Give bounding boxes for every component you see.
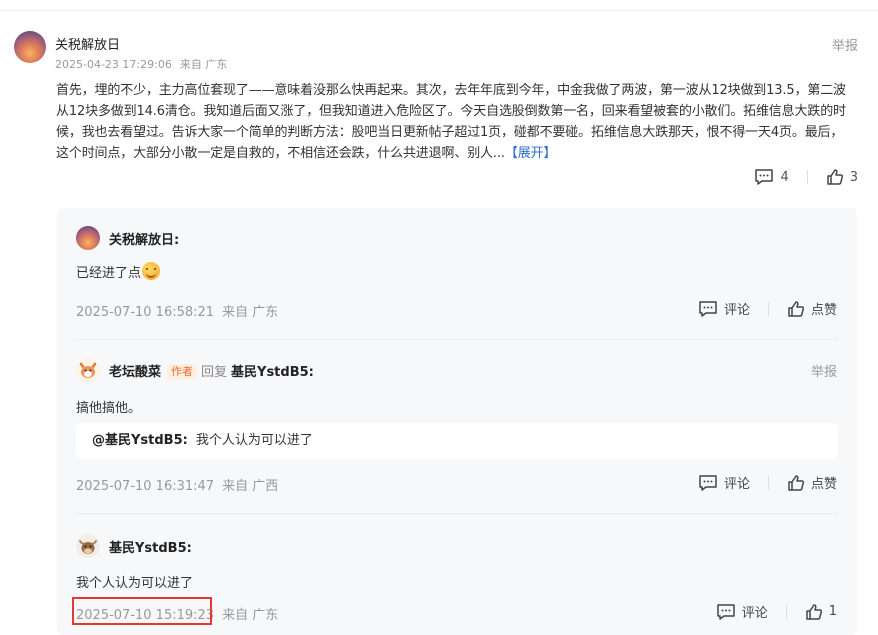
- reply-time: 2025-07-10 16:58:21 来自 广东: [76, 301, 278, 320]
- thumbs-up-icon: [826, 168, 844, 186]
- quote-text: 我个人认为可以进了: [195, 433, 313, 448]
- comment-label: 评论: [723, 303, 750, 318]
- avatar[interactable]: [76, 358, 100, 382]
- reply-location: 来自 广东: [222, 305, 279, 320]
- like-count: 3: [849, 169, 858, 185]
- comment-icon: [754, 168, 774, 186]
- action-divider: [767, 301, 769, 316]
- reply-actions: 评论 点赞: [698, 299, 837, 318]
- reply-text: 搞他搞他。: [76, 401, 142, 416]
- comment-icon: [698, 474, 718, 492]
- like-label: 点赞: [810, 477, 837, 492]
- comment-icon: [698, 300, 718, 318]
- reply-header: 老坛酸菜 作者 回复 基民YstdB5:: [109, 361, 314, 380]
- expand-link[interactable]: 【展开】: [505, 146, 557, 161]
- author-badge: 作者: [167, 364, 198, 380]
- smile-emoji-icon: [142, 262, 161, 280]
- avatar[interactable]: [14, 31, 46, 63]
- thumbs-up-icon: [787, 474, 805, 492]
- reply-text: 已经进了点: [76, 262, 161, 281]
- quote-user[interactable]: @基民YstdB5:: [92, 433, 188, 448]
- reply-location: 来自 广东: [222, 608, 279, 623]
- dog-avatar-icon: [79, 362, 97, 378]
- report-button[interactable]: 举报: [832, 35, 858, 54]
- timestamp-highlight-box: [72, 597, 212, 625]
- avatar[interactable]: [76, 226, 100, 250]
- reply-text-content: 已经进了点: [76, 266, 142, 281]
- like-button[interactable]: 点赞: [787, 299, 837, 318]
- post-body: 首先，埋的不少，主力高位套现了——意味着没那么快再起来。其次，去年年底到今年，中…: [56, 80, 856, 164]
- post-user-name[interactable]: 关税解放日: [55, 34, 120, 53]
- post-location: 来自 广东: [179, 58, 228, 71]
- reply-user-name[interactable]: 基民YstdB5:: [109, 537, 192, 556]
- reply-actions: 评论 点赞: [698, 473, 837, 492]
- thumbs-up-icon: [805, 603, 823, 621]
- post-date: 2025-04-23 17:29:06: [55, 58, 172, 71]
- like-button[interactable]: 1: [805, 603, 837, 621]
- thumbs-up-icon: [787, 300, 805, 318]
- reply-text: 我个人认为可以进了: [76, 576, 194, 591]
- reply-word: 回复: [201, 365, 228, 380]
- reply-location: 来自 广西: [222, 479, 279, 494]
- reply-time: 2025-07-10 16:31:47 来自 广西: [76, 475, 278, 494]
- post-body-text: 首先，埋的不少，主力高位套现了——意味着没那么快再起来。其次，去年年底到今年，中…: [56, 83, 846, 161]
- reply-divider: [76, 513, 838, 514]
- comment-button[interactable]: 评论: [698, 299, 750, 318]
- comment-label: 评论: [741, 606, 768, 621]
- like-label: 点赞: [810, 303, 837, 318]
- like-count: 1: [828, 604, 837, 619]
- like-button[interactable]: 点赞: [787, 473, 837, 492]
- reply-date: 2025-07-10 16:31:47: [76, 479, 215, 494]
- reply-user-name[interactable]: 关税解放日:: [109, 229, 179, 248]
- comment-count: 4: [780, 169, 789, 185]
- reply-actions: 评论 1: [716, 602, 837, 621]
- quoted-reply: @基民YstdB5: 我个人认为可以进了: [76, 423, 838, 459]
- reply-to-user[interactable]: 基民YstdB5:: [231, 365, 314, 380]
- reply-divider: [76, 339, 838, 340]
- comment-button[interactable]: 评论: [716, 602, 768, 621]
- comment-label: 评论: [723, 477, 750, 492]
- reply-user-name[interactable]: 老坛酸菜: [109, 365, 161, 380]
- action-divider: [806, 170, 808, 184]
- post-actions: 4 3: [754, 168, 858, 186]
- reply-date: 2025-07-10 16:58:21: [76, 305, 215, 320]
- comment-button[interactable]: 评论: [698, 473, 750, 492]
- action-divider: [767, 475, 769, 490]
- comment-icon: [716, 603, 736, 621]
- comment-button[interactable]: 4: [754, 168, 789, 186]
- action-divider: [785, 604, 787, 619]
- report-button[interactable]: 举报: [811, 361, 837, 380]
- bull-avatar-icon: [79, 540, 97, 554]
- replies-panel: 关税解放日: 已经进了点 2025-07-10 16:58:21 来自 广东 评论…: [57, 208, 857, 635]
- top-divider: [0, 10, 878, 11]
- post-meta: 2025-04-23 17:29:06 来自 广东: [55, 56, 227, 72]
- like-button[interactable]: 3: [826, 168, 858, 186]
- avatar[interactable]: [76, 534, 100, 558]
